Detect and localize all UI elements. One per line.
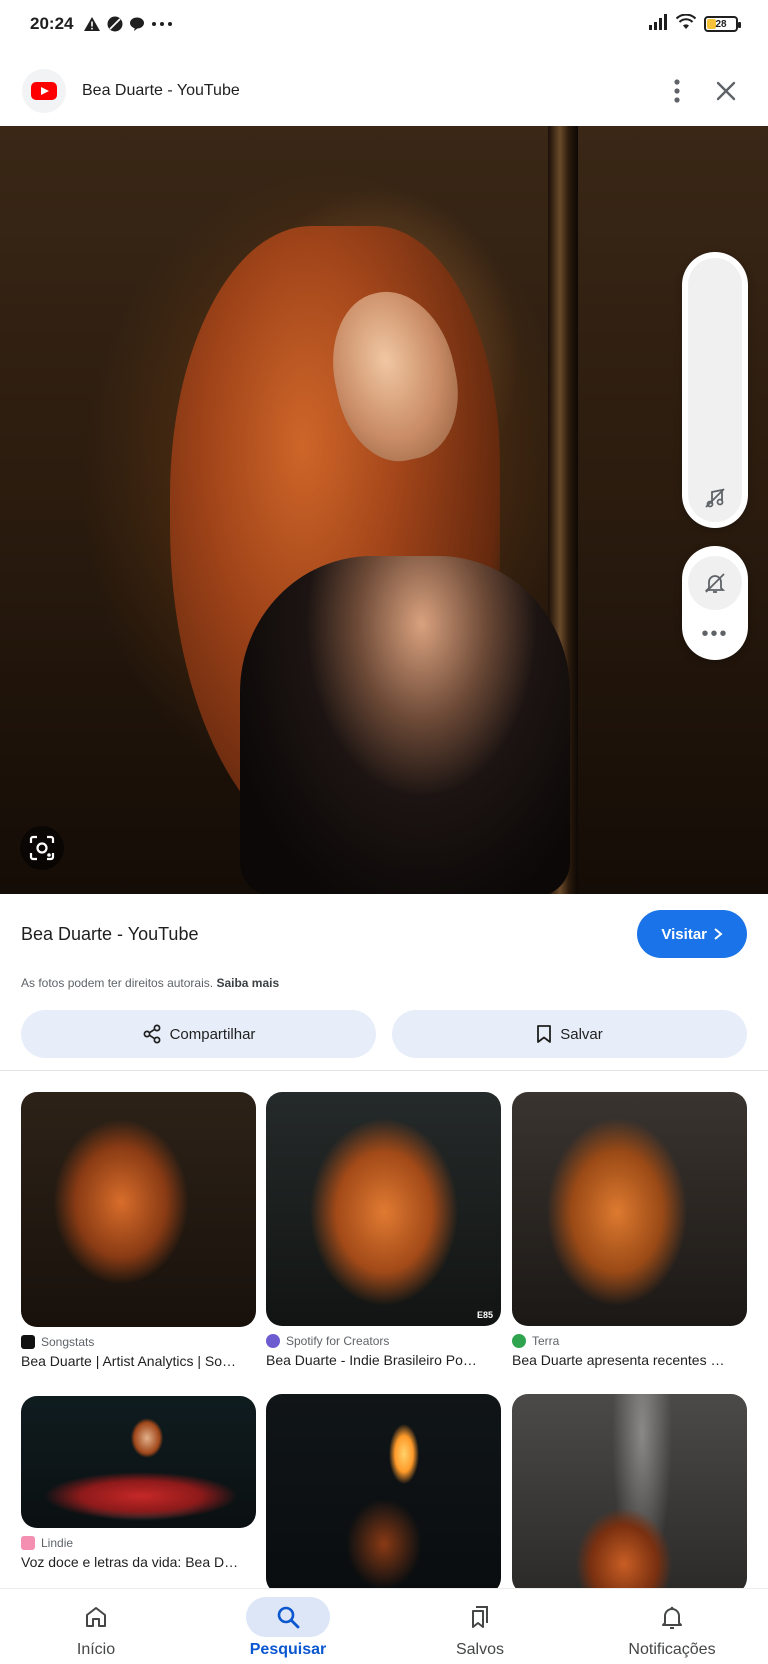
status-bar: 20:24 28: [0, 0, 768, 48]
side-panel-top: [682, 252, 748, 528]
related-caption[interactable]: Bea Duarte - Indie Brasileiro Po…: [266, 1352, 501, 1368]
close-icon[interactable]: [716, 81, 736, 101]
chat-bubble-icon: [129, 16, 145, 32]
bell-icon: [630, 1597, 714, 1637]
related-caption[interactable]: Bea Duarte apresenta recentes …: [512, 1352, 747, 1368]
search-icon: [246, 1597, 330, 1637]
status-time: 20:24: [30, 14, 74, 33]
visit-button[interactable]: Visitar: [637, 910, 747, 958]
related-caption[interactable]: Voz doce e letras da vida: Bea D…: [21, 1554, 256, 1570]
home-icon: [54, 1597, 138, 1637]
terra-icon: [512, 1334, 526, 1348]
site-title: Bea Duarte - YouTube: [21, 923, 199, 944]
thumbnail-badge: E85: [476, 1310, 493, 1320]
result-header: Bea Duarte - YouTube: [0, 56, 768, 126]
related-thumbnail[interactable]: [512, 1092, 747, 1326]
main-image[interactable]: [0, 126, 768, 894]
related-source: Terra: [512, 1334, 747, 1348]
nav-label: Salvos: [455, 1641, 505, 1658]
share-label: Compartilhar: [169, 1025, 256, 1043]
more-horiz-icon[interactable]: •••: [701, 624, 728, 644]
nav-notifications[interactable]: Notificações: [576, 1589, 768, 1664]
related-card[interactable]: E85 Spotify for Creators Bea Duarte - In…: [266, 1092, 501, 1368]
save-label: Salvar: [560, 1025, 603, 1043]
result-info: Bea Duarte - YouTube Visitar As fotos po…: [0, 894, 768, 1070]
related-thumbnail[interactable]: [266, 1394, 501, 1594]
nav-label: Início: [76, 1641, 116, 1658]
bookmarks-icon: [438, 1597, 522, 1637]
related-caption[interactable]: Bea Duarte | Artist Analytics | So…: [21, 1353, 256, 1369]
music-off-icon[interactable]: [703, 486, 727, 510]
nav-search[interactable]: Pesquisar: [192, 1589, 384, 1664]
nav-home[interactable]: Início: [0, 1589, 192, 1664]
header-title: Bea Duarte - YouTube: [82, 82, 240, 99]
save-button[interactable]: Salvar: [392, 1010, 747, 1058]
more-vert-icon[interactable]: [674, 79, 680, 103]
related-card[interactable]: Terra Bea Duarte apresenta recentes …: [512, 1092, 747, 1368]
related-card[interactable]: [266, 1394, 501, 1594]
songstats-icon: [21, 1335, 35, 1349]
wifi-icon: [675, 13, 697, 35]
site-favicon: [22, 69, 66, 113]
nav-saved[interactable]: Salvos: [384, 1589, 576, 1664]
google-lens-icon[interactable]: [20, 826, 64, 870]
section-divider: [0, 1070, 768, 1071]
side-panel-bottom: •••: [682, 546, 748, 660]
related-card[interactable]: [512, 1394, 747, 1594]
notifications-off-icon[interactable]: [688, 556, 742, 610]
nav-label: Notificações: [628, 1641, 716, 1658]
related-card[interactable]: Lindie Voz doce e letras da vida: Bea D…: [21, 1396, 256, 1570]
visit-label: Visitar: [661, 925, 707, 943]
related-thumbnail[interactable]: E85: [266, 1092, 501, 1326]
share-button[interactable]: Compartilhar: [21, 1010, 376, 1058]
related-source-name: Songstats: [41, 1335, 95, 1349]
copyright-notice: As fotos podem ter direitos autorais. Sa…: [21, 976, 747, 990]
related-source: Spotify for Creators: [266, 1334, 501, 1348]
image-body-shape: [240, 556, 570, 894]
related-source-name: Lindie: [41, 1536, 74, 1550]
circle-slash-icon: [107, 16, 123, 32]
youtube-logo-icon: [31, 82, 57, 100]
related-thumbnail[interactable]: [21, 1396, 256, 1528]
warning-icon: [83, 16, 101, 32]
spotify-creators-icon: [266, 1334, 280, 1348]
nav-label: Pesquisar: [249, 1641, 327, 1658]
related-source-name: Terra: [532, 1334, 560, 1348]
more-dots-icon: [151, 21, 173, 27]
chevron-right-icon: [714, 928, 723, 940]
lindie-icon: [21, 1536, 35, 1550]
copyright-text: As fotos podem ter direitos autorais.: [21, 976, 214, 990]
battery-icon: 28: [704, 16, 741, 32]
related-thumbnail[interactable]: [512, 1394, 747, 1594]
bottom-navigation: Início Pesquisar Salvos Notificações: [0, 1588, 768, 1664]
signal-icon: [648, 13, 668, 35]
bookmark-icon: [537, 1025, 552, 1043]
related-card[interactable]: Songstats Bea Duarte | Artist Analytics …: [21, 1092, 256, 1369]
share-icon: [143, 1024, 161, 1044]
learn-more-link[interactable]: Saiba mais: [216, 976, 279, 990]
related-source-name: Spotify for Creators: [286, 1334, 390, 1348]
related-source: Lindie: [21, 1536, 256, 1550]
battery-level: 28: [715, 18, 727, 30]
related-source: Songstats: [21, 1335, 256, 1349]
related-thumbnail[interactable]: [21, 1092, 256, 1327]
